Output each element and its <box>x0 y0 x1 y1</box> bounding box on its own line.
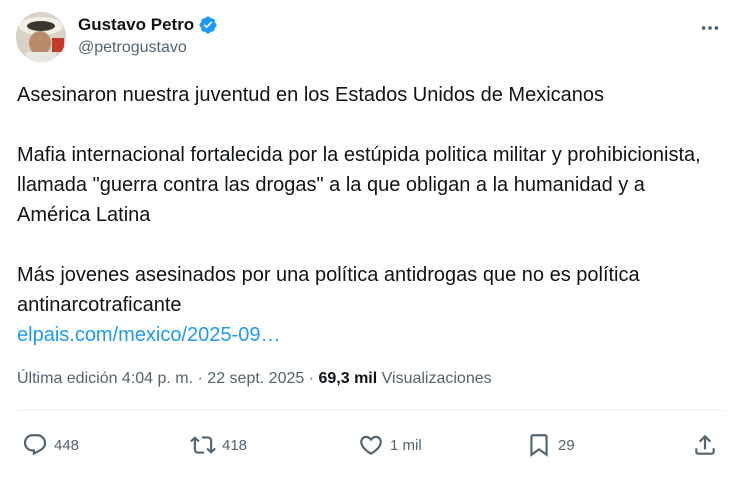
tweet-paragraph: Mafia internacional fortalecida por la e… <box>17 144 701 226</box>
views-label: Visualizaciones <box>377 370 492 387</box>
repost-button[interactable]: 418 <box>190 428 247 462</box>
bookmark-button[interactable]: 29 <box>526 428 575 462</box>
divider <box>17 410 725 411</box>
avatar-image <box>16 12 66 62</box>
tweet-paragraph: Asesinaron nuestra juventud en los Estad… <box>17 84 605 106</box>
author-info: Gustavo Petro @petrogustavo <box>78 14 218 57</box>
reply-count: 448 <box>54 436 80 454</box>
tweet-paragraph: Más jovenes asesinados por una política … <box>17 264 640 316</box>
bookmark-count: 29 <box>558 436 575 454</box>
like-button[interactable]: 1 mil <box>358 428 422 462</box>
tweet-text: Asesinaron nuestra juventud en los Estad… <box>17 80 717 350</box>
like-icon <box>360 435 382 455</box>
edit-timestamp[interactable]: Última edición 4:04 p. m. · 22 sept. 202… <box>17 370 318 387</box>
more-options-icon[interactable] <box>696 14 724 42</box>
tweet: Gustavo Petro @petrogustavo Asesinaron n… <box>0 0 740 479</box>
reply-icon <box>23 434 47 456</box>
author-handle[interactable]: @petrogustavo <box>78 39 218 57</box>
article-link[interactable]: elpais.com/mexico/2025-09… <box>17 324 280 346</box>
reply-button[interactable]: 448 <box>22 428 79 462</box>
bookmark-icon <box>530 434 548 457</box>
author-name[interactable]: Gustavo Petro <box>78 15 194 35</box>
action-bar: 448 418 1 mil 29 <box>22 428 722 462</box>
views-count: 69,3 mil <box>318 370 378 387</box>
share-icon <box>695 434 715 455</box>
tweet-header: Gustavo Petro @petrogustavo <box>16 10 724 66</box>
verified-badge-icon[interactable] <box>198 15 218 35</box>
repost-icon <box>190 436 216 454</box>
repost-count: 418 <box>222 436 248 454</box>
share-button[interactable] <box>692 428 718 462</box>
tweet-metadata: Última edición 4:04 p. m. · 22 sept. 202… <box>17 370 492 388</box>
avatar[interactable] <box>16 12 66 62</box>
like-count: 1 mil <box>390 436 422 454</box>
